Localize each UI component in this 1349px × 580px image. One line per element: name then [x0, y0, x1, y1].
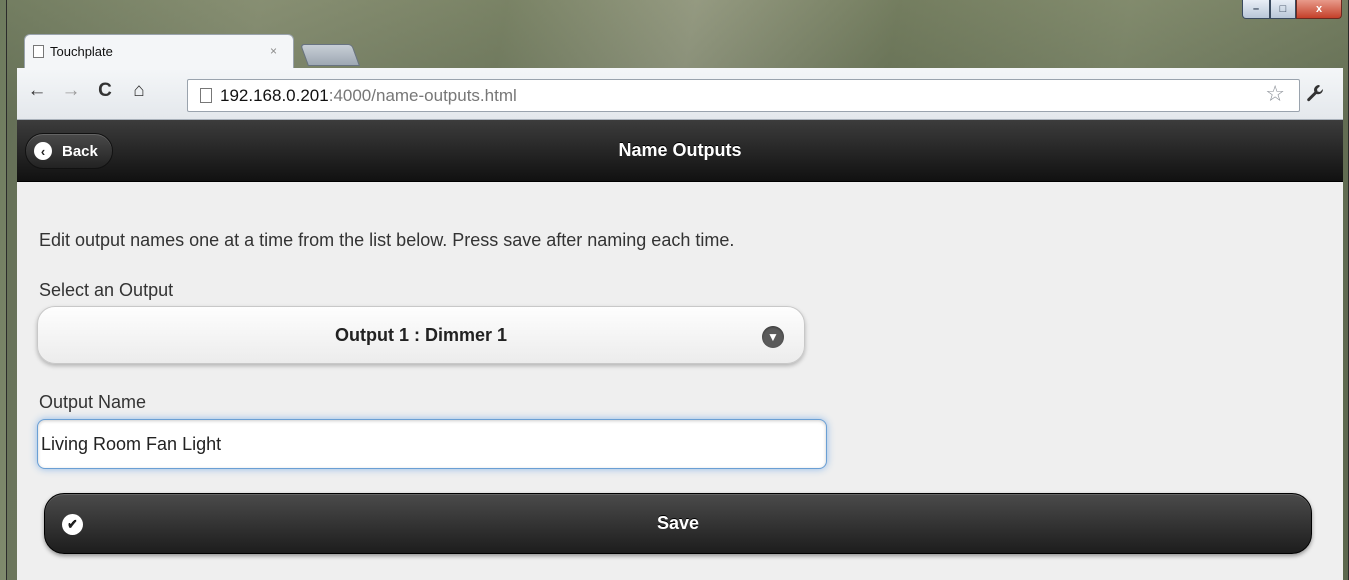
- output-select[interactable]: Output 1 : Dimmer 1 ▼: [37, 306, 805, 364]
- chevron-down-icon: ▼: [762, 326, 784, 348]
- wrench-menu-icon[interactable]: [1305, 83, 1325, 107]
- save-label: Save: [656, 513, 700, 533]
- output-name-label: Output Name: [39, 392, 147, 412]
- home-icon[interactable]: ⌂: [127, 80, 151, 102]
- minimize-button[interactable]: –: [1242, 0, 1270, 19]
- page-icon: [200, 88, 212, 103]
- tab-close-icon[interactable]: ×: [270, 44, 277, 58]
- wrench-icon: [1307, 85, 1324, 102]
- close-window-button[interactable]: x: [1296, 0, 1342, 19]
- back-arrow-icon[interactable]: ←: [25, 80, 49, 102]
- window-controls: – □ x: [1242, 0, 1342, 19]
- header-bar: ‹ Back Name Outputs: [17, 120, 1343, 182]
- page-title: Name Outputs: [618, 140, 742, 160]
- save-button[interactable]: ✔ Save: [44, 493, 1312, 554]
- tab-touchplate[interactable]: Touchplate ×: [24, 34, 294, 68]
- tab-title: Touchplate: [50, 44, 113, 59]
- reload-icon[interactable]: C: [93, 80, 117, 102]
- check-icon: ✔: [62, 514, 83, 535]
- browser-toolbar: ← → C ⌂ 192.168.0.201:4000/name-outputs.…: [17, 68, 1343, 120]
- address-bar[interactable]: 192.168.0.201:4000/name-outputs.html: [187, 79, 1300, 112]
- output-name-input[interactable]: [37, 419, 827, 469]
- output-select-value: Output 1 : Dimmer 1: [334, 324, 508, 345]
- bookmark-star-icon[interactable]: ☆: [1265, 83, 1285, 105]
- select-output-label: Select an Output: [39, 280, 174, 300]
- page-icon: [33, 45, 44, 58]
- url-host: 192.168.0.201: [220, 85, 329, 105]
- new-tab-button[interactable]: [299, 44, 361, 66]
- instructions-text: Edit output names one at a time from the…: [39, 230, 735, 250]
- page-content: ‹ Back Name Outputs Edit output names on…: [17, 120, 1343, 580]
- maximize-button[interactable]: □: [1270, 0, 1296, 19]
- url-path: :4000/name-outputs.html: [328, 85, 517, 105]
- forward-arrow-icon[interactable]: →: [59, 80, 83, 102]
